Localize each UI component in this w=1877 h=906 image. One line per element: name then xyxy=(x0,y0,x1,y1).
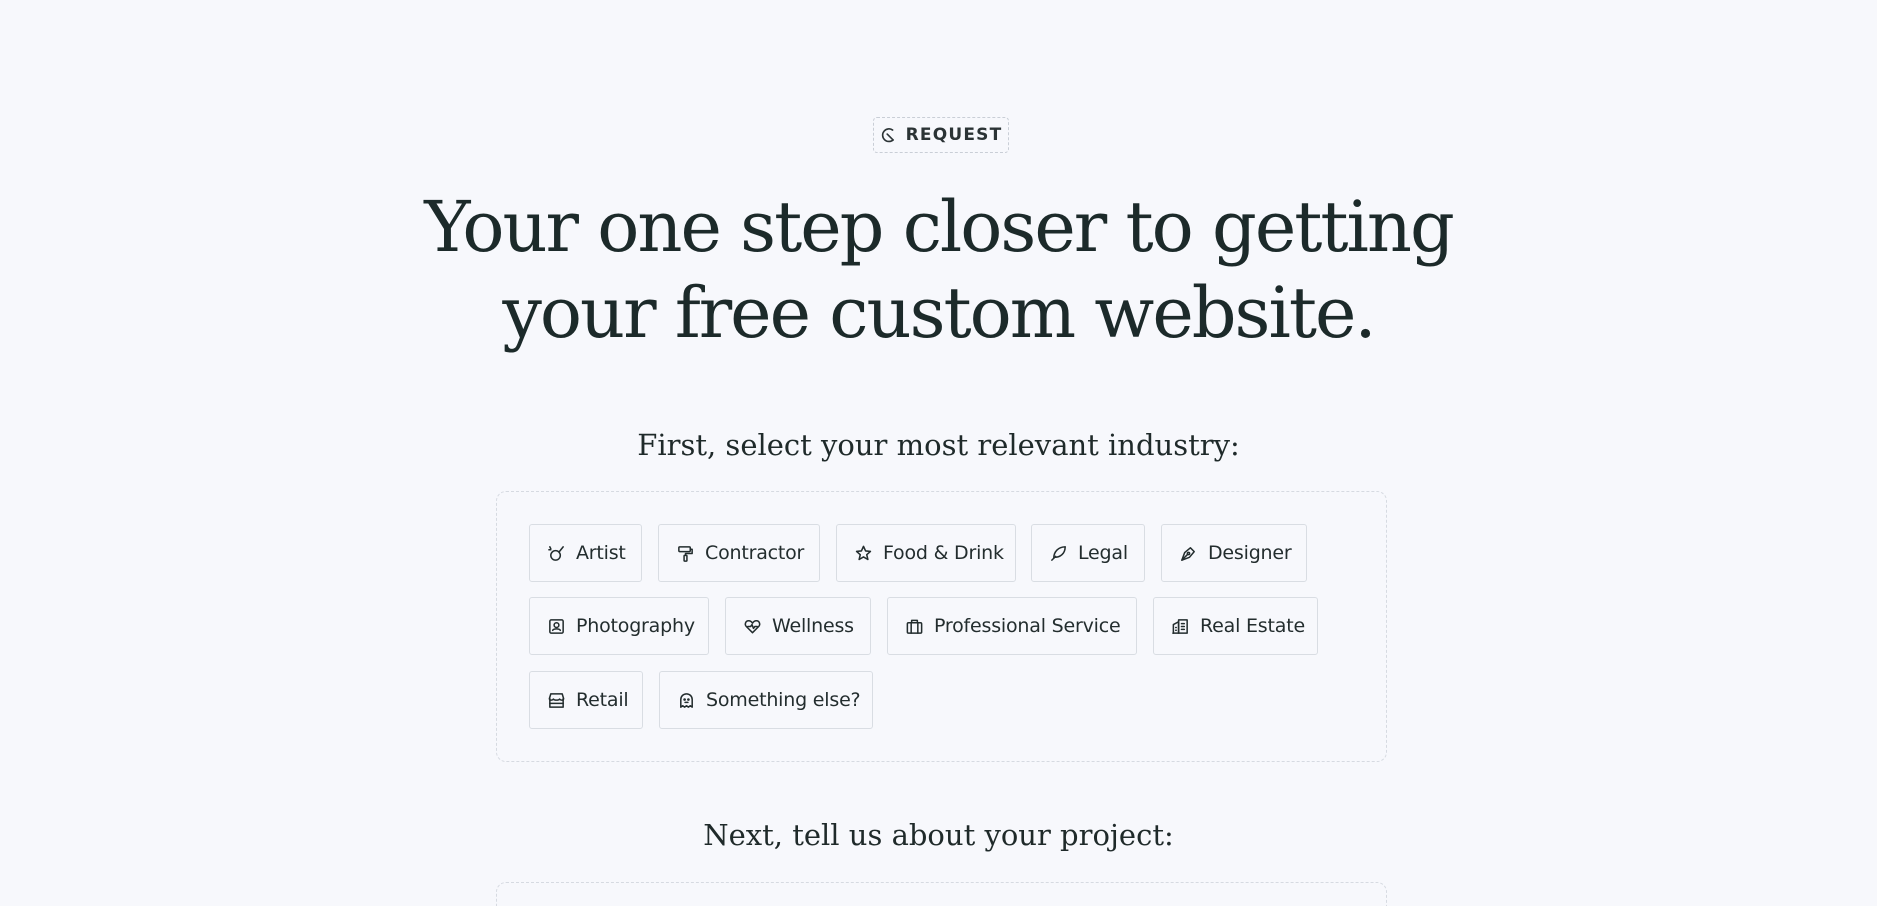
industry-section-title: First, select your most relevant industr… xyxy=(637,428,1240,462)
chip-label: Professional Service xyxy=(934,615,1121,637)
heart-pulse-icon xyxy=(744,619,761,633)
project-panel xyxy=(496,882,1387,906)
industry-chip-professional-service[interactable]: Professional Service xyxy=(887,597,1137,655)
industry-chip-photography[interactable]: Photography xyxy=(529,597,709,655)
industry-chip-designer[interactable]: Designer xyxy=(1161,524,1307,582)
portrait-icon xyxy=(549,618,564,634)
chip-label: Retail xyxy=(576,689,629,711)
chip-label: Food & Drink xyxy=(883,542,1004,564)
ghost-icon xyxy=(680,692,693,708)
chip-label: Real Estate xyxy=(1200,615,1305,637)
chip-label: Something else? xyxy=(706,689,861,711)
quill-icon xyxy=(1051,545,1066,561)
chip-label: Legal xyxy=(1078,542,1128,564)
star-dish-icon xyxy=(855,545,872,560)
badge-label: REQUEST xyxy=(905,125,1003,145)
industry-chip-artist[interactable]: Artist xyxy=(529,524,642,582)
headline-line-1: Your one step closer to getting xyxy=(424,186,1455,268)
chip-label: Wellness xyxy=(772,615,854,637)
industry-chip-something-else[interactable]: Something else? xyxy=(659,671,873,729)
chip-label: Photography xyxy=(576,615,695,637)
chip-label: Artist xyxy=(576,542,626,564)
moon-mark-icon xyxy=(881,128,894,143)
request-page: REQUEST Your one step closer to getting … xyxy=(0,0,1877,906)
request-badge: REQUEST xyxy=(873,117,1009,153)
paint-roller-icon xyxy=(678,545,693,562)
headline-line-2: your free custom website. xyxy=(502,272,1376,354)
chip-label: Contractor xyxy=(705,542,805,564)
industry-chip-wellness[interactable]: Wellness xyxy=(725,597,871,655)
chip-label: Designer xyxy=(1208,542,1292,564)
briefcase-icon xyxy=(906,619,923,634)
pen-nib-icon xyxy=(1181,546,1195,561)
buildings-icon xyxy=(1172,618,1188,634)
storefront-icon xyxy=(548,692,565,708)
industry-chip-real-estate[interactable]: Real Estate xyxy=(1153,597,1318,655)
industry-chip-contractor[interactable]: Contractor xyxy=(658,524,820,582)
page-headline: Your one step closer to getting your fre… xyxy=(0,184,1877,356)
industry-chip-food-drink[interactable]: Food & Drink xyxy=(836,524,1016,582)
industry-chip-retail[interactable]: Retail xyxy=(529,671,643,729)
project-section-title: Next, tell us about your project: xyxy=(703,818,1174,852)
industry-chip-legal[interactable]: Legal xyxy=(1031,524,1145,582)
brush-icon xyxy=(548,545,564,561)
